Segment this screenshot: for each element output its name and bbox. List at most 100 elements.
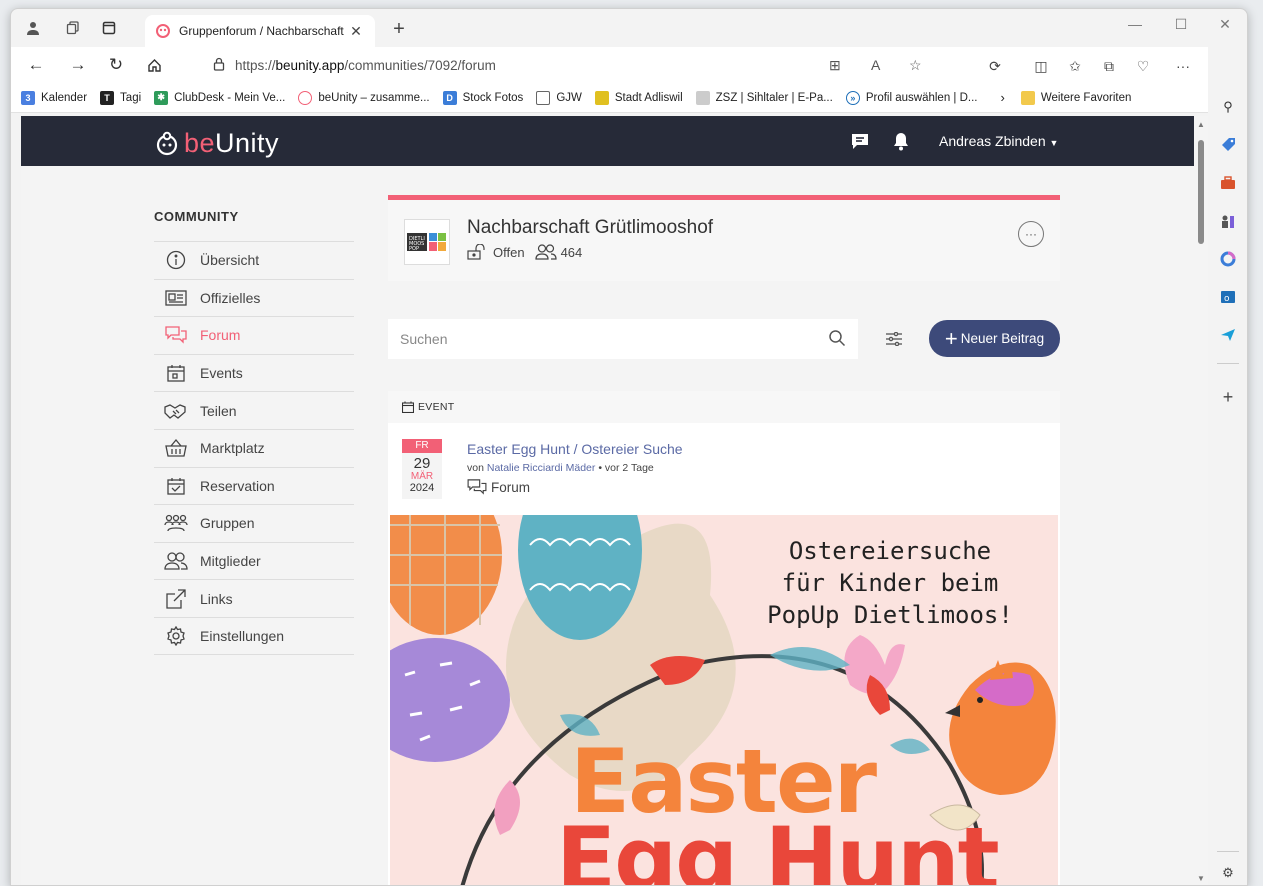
split-screen-icon[interactable]: ◫ (1027, 54, 1055, 78)
sidebar-item-events[interactable]: Events (154, 353, 354, 392)
messages-icon[interactable] (850, 116, 870, 166)
community-sidebar: COMMUNITY Übersicht Offizielles Forum Ev… (154, 209, 354, 655)
bookmark-tagi[interactable]: T Tagi (100, 90, 141, 105)
more-menu-icon[interactable]: ··· (1169, 54, 1197, 78)
send-icon[interactable] (1218, 325, 1238, 345)
calendar-check-icon (164, 476, 188, 496)
url-host: beunity.app (275, 57, 345, 73)
search-icon[interactable] (828, 329, 846, 350)
bookmarks-overflow-chevron-icon[interactable]: › (1000, 90, 1004, 105)
info-icon (164, 250, 188, 270)
tab-title: Gruppenforum / Nachbarschaft G (179, 24, 347, 38)
back-button[interactable]: ← (19, 50, 53, 80)
new-post-button[interactable]: + Neuer Beitrag (929, 320, 1060, 357)
sidebar-item-einstellungen[interactable]: Einstellungen (154, 616, 354, 655)
favorite-star-icon[interactable]: ☆ (909, 57, 922, 74)
user-menu[interactable]: Andreas Zbinden ▼ (939, 133, 1058, 149)
sidebar-item-gruppen[interactable]: Gruppen (154, 504, 354, 542)
poster-subtitle: Ostereiersuche für Kinder beim PopUp Die… (767, 537, 1013, 629)
tab-close-icon[interactable]: ✕ (347, 23, 365, 40)
clubdesk-icon: ✱ (154, 90, 169, 105)
groups-icon (164, 513, 188, 533)
minimize-button[interactable]: — (1113, 9, 1157, 39)
bookmark-zsz[interactable]: ZSZ | Sihltaler | E-Pa... (695, 90, 833, 105)
sidebar-item-uebersicht[interactable]: Übersicht (154, 241, 354, 279)
tagi-icon: T (100, 90, 115, 105)
new-tab-button[interactable]: + (387, 18, 411, 41)
scroll-down-arrow-icon[interactable]: ▼ (1197, 874, 1205, 883)
collections-icon[interactable]: ⧉ (1095, 54, 1123, 78)
bookmark-folder-weitere[interactable]: Weitere Favoriten (1020, 90, 1131, 105)
sidebar-item-links[interactable]: Links (154, 579, 354, 617)
outlook-icon[interactable]: o (1218, 287, 1238, 307)
sidebar-item-marktplatz[interactable]: Marktplatz (154, 428, 354, 467)
reload-button[interactable]: ↻ (99, 50, 133, 80)
logo-prefix: be (184, 128, 216, 158)
community-more-button[interactable]: ··· (1018, 221, 1044, 247)
beunity-favicon-icon (155, 23, 171, 39)
extensions-icon[interactable]: ⟳ (981, 54, 1009, 78)
stock-fotos-icon: D (442, 90, 457, 105)
chat-icon (467, 479, 487, 495)
bookmark-stadt-adliswil[interactable]: Stadt Adliswil (594, 90, 683, 105)
bookmark-gjw[interactable]: GJW (536, 90, 582, 105)
sidebar-settings-gear-icon[interactable]: ⚙ (1218, 863, 1238, 883)
forward-button[interactable]: → (61, 50, 95, 80)
home-button[interactable] (137, 50, 171, 80)
browser-essentials-icon[interactable]: ♡ (1129, 54, 1157, 78)
sidebar-item-mitglieder[interactable]: Mitglieder (154, 541, 354, 580)
tab-actions-icon[interactable] (95, 14, 123, 42)
add-sidebar-app-icon[interactable]: + (1218, 387, 1238, 407)
scrollbar-thumb[interactable] (1198, 140, 1204, 244)
bookmark-clubdesk[interactable]: ✱ ClubDesk - Mein Ve... (154, 90, 285, 105)
forum-search-input[interactable]: Suchen (388, 319, 858, 359)
calendar-icon (402, 401, 414, 413)
app-available-icon[interactable]: ⊞ (829, 57, 841, 74)
sidebar-item-offizielles[interactable]: Offizielles (154, 278, 354, 317)
post-author-link[interactable]: Natalie Ricciardi Mäder (487, 462, 596, 474)
games-chess-icon[interactable] (1218, 211, 1238, 231)
tools-briefcase-icon[interactable] (1218, 173, 1238, 193)
lock-icon[interactable] (213, 57, 225, 74)
sidebar-search-icon[interactable]: ⚲ (1218, 97, 1238, 117)
active-tab[interactable]: Gruppenforum / Nachbarschaft G ✕ (145, 15, 375, 47)
poster-title: Easter Egg Hunt (556, 730, 1000, 886)
external-link-icon (164, 588, 188, 609)
notifications-bell-icon[interactable] (892, 116, 910, 166)
caret-down-icon: ▼ (1049, 138, 1059, 148)
community-name[interactable]: Nachbarschaft Grütlimooshof (467, 217, 713, 239)
sidebar-item-teilen[interactable]: Teilen (154, 391, 354, 429)
bookmark-stock-fotos[interactable]: D Stock Fotos (442, 90, 523, 105)
folder-icon (1020, 90, 1035, 105)
scroll-up-arrow-icon[interactable]: ▲ (1197, 120, 1205, 129)
workspaces-icon[interactable] (59, 14, 87, 42)
basket-icon (164, 438, 188, 458)
beunity-logo[interactable]: be Unity (154, 128, 279, 159)
bookmark-profil[interactable]: » Profil auswählen | D... (845, 90, 977, 105)
page-icon (536, 90, 551, 105)
sidebar-item-reservation[interactable]: Reservation (154, 466, 354, 505)
shopping-tag-icon[interactable] (1218, 135, 1238, 155)
profile-icon[interactable] (19, 14, 47, 42)
date-day: 29 (413, 455, 431, 472)
member-count: 464 (560, 244, 583, 260)
microsoft-365-icon[interactable] (1218, 249, 1238, 269)
filter-settings-icon[interactable] (883, 328, 905, 350)
post-type-label: EVENT (418, 401, 455, 413)
post-image[interactable]: Ostereiersuche für Kinder beim PopUp Die… (390, 515, 1058, 886)
address-bar[interactable]: https://beunity.app/communities/7092/for… (201, 50, 959, 80)
read-aloud-icon[interactable]: A (871, 57, 880, 73)
post-category[interactable]: Forum (467, 479, 530, 495)
favorites-icon[interactable]: ✩ (1061, 54, 1089, 78)
maximize-button[interactable]: ☐ (1159, 9, 1203, 39)
page-viewport: be Unity Andreas Zbinden ▼ COMMUNITY Über… (21, 116, 1194, 886)
sidebar-item-forum[interactable]: Forum (154, 316, 354, 354)
url-path: /communities/7092/forum (344, 57, 496, 73)
page-scrollbar[interactable]: ▲ ▼ (1194, 116, 1208, 885)
close-window-button[interactable]: ✕ (1203, 9, 1247, 39)
community-logo[interactable]: DIETLI MOOS POP (404, 219, 450, 265)
bookmark-kalender[interactable]: 3 Kalender (21, 90, 87, 105)
sidebar-title: COMMUNITY (154, 209, 239, 224)
bookmark-beunity[interactable]: beUnity – zusamme... (298, 90, 430, 105)
post-title-link[interactable]: Easter Egg Hunt / Ostereier Suche (467, 441, 683, 457)
